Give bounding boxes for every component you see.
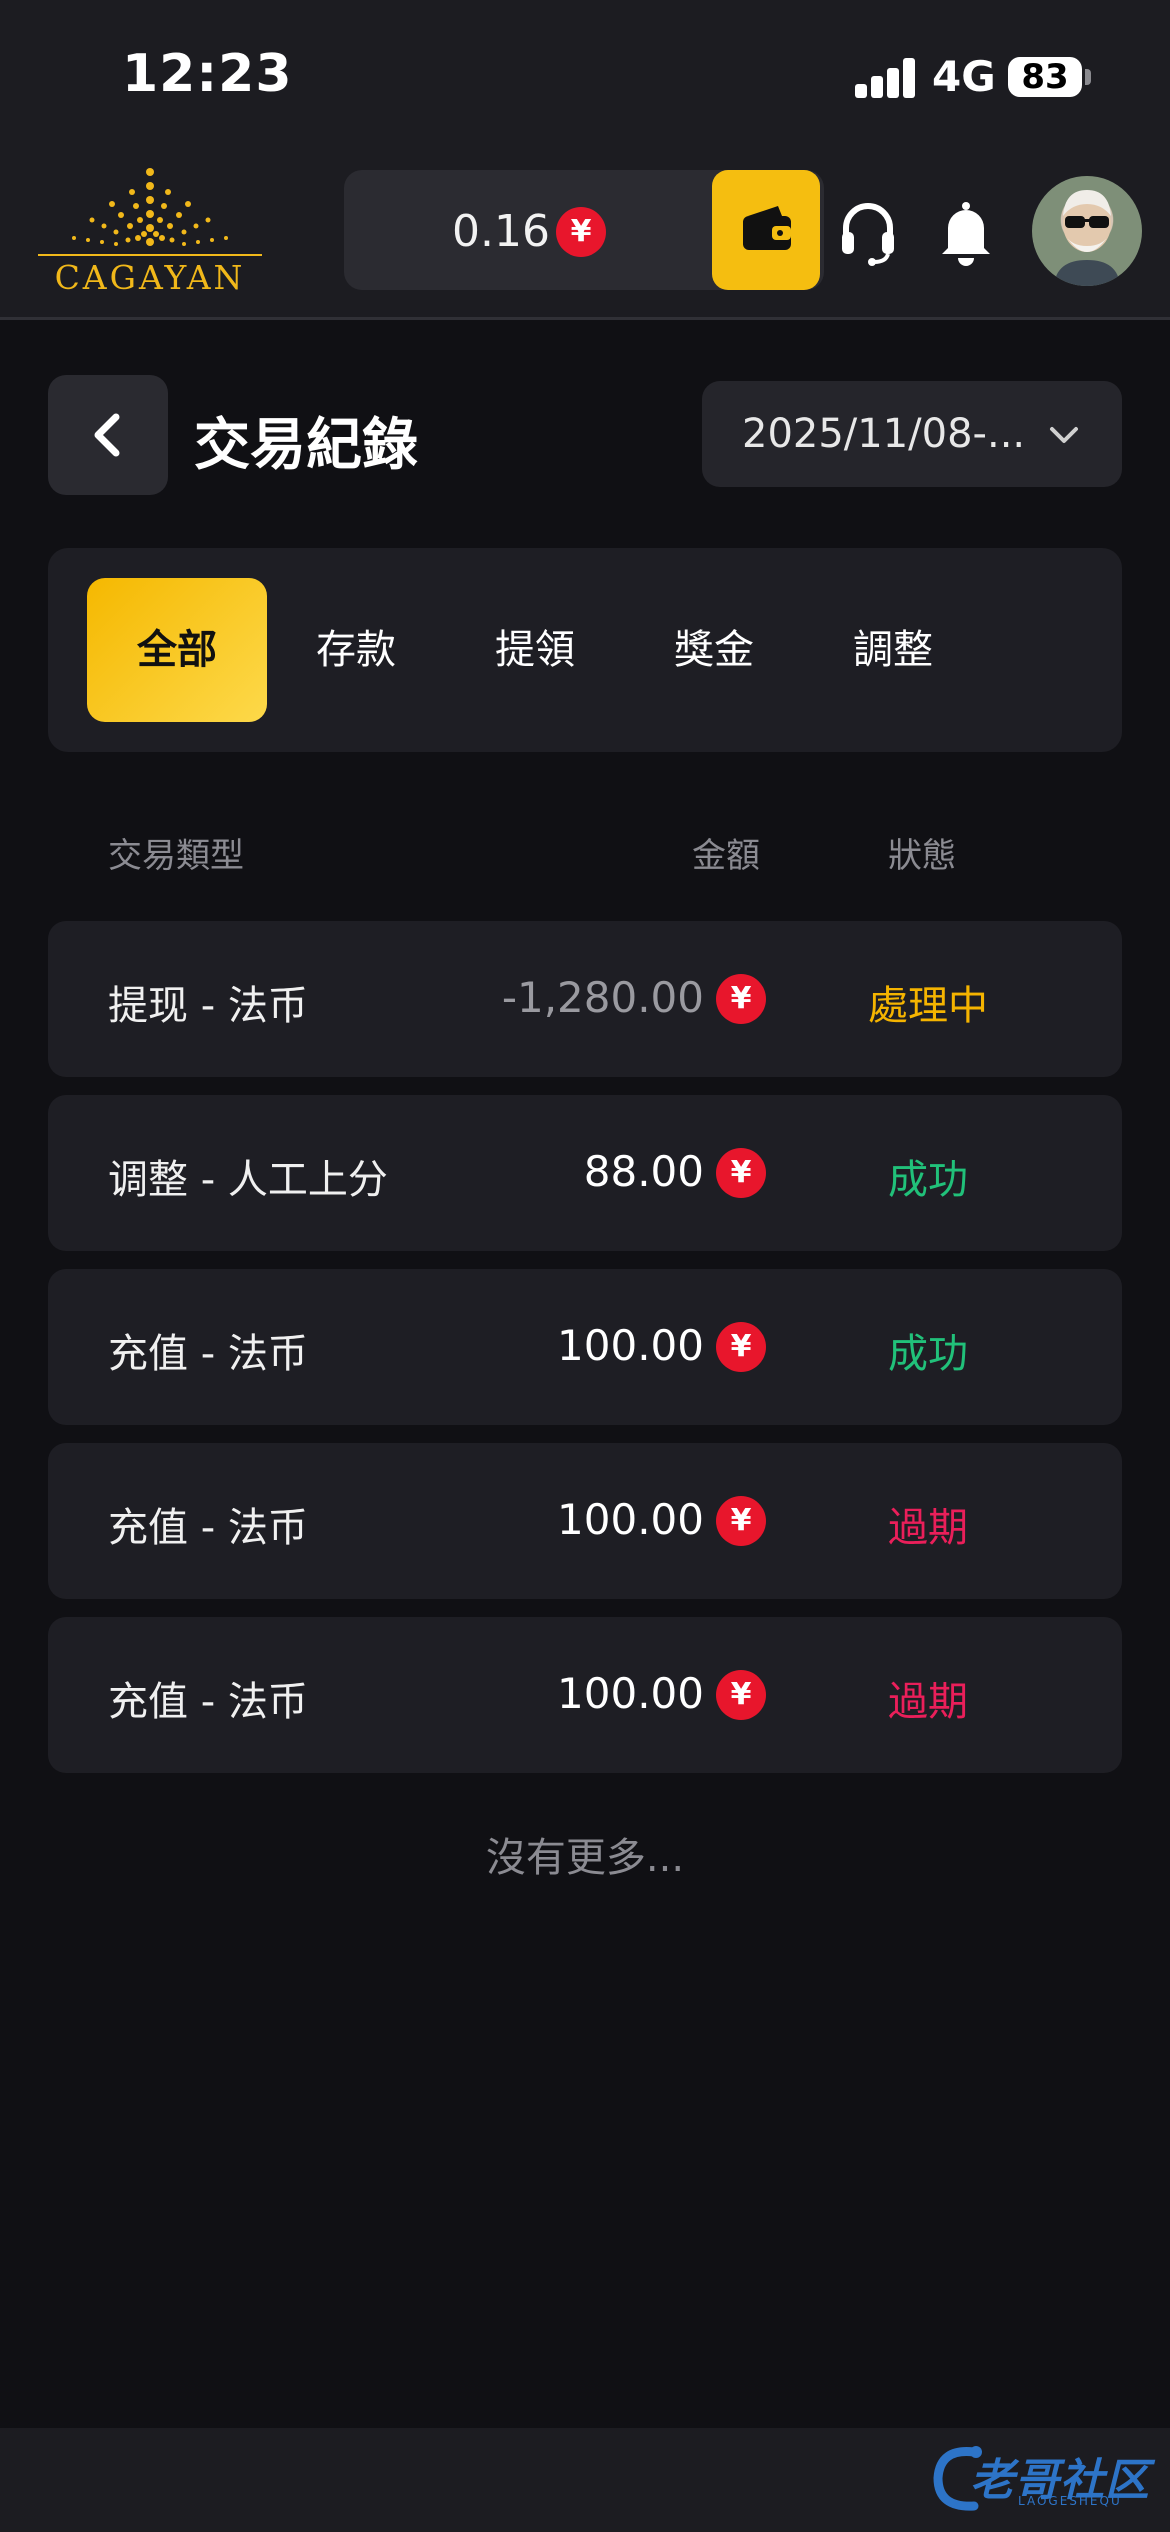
status-time: 12:23 xyxy=(122,44,293,104)
transaction-amount: -1,280.00 xyxy=(501,973,704,1022)
transaction-amount: 100.00 xyxy=(557,1669,704,1718)
tab-all[interactable]: 全部 xyxy=(87,578,267,722)
transaction-type: 充值 - 法币 xyxy=(108,1505,308,1551)
page-title: 交易紀錄 xyxy=(194,413,418,478)
yuan-coin-icon: ¥ xyxy=(716,1496,766,1546)
wallet-button[interactable] xyxy=(712,170,820,290)
balance-display[interactable]: 0.16 ¥ xyxy=(344,170,824,290)
tab-deposit[interactable]: 存款 xyxy=(266,578,446,722)
date-range-value: 2025/11/08-... xyxy=(742,411,1026,457)
status-bar: 12:23 4G 83 xyxy=(0,0,1170,150)
transaction-type: 调整 - 人工上分 xyxy=(108,1157,388,1203)
column-header-amount: 金額 xyxy=(692,836,760,876)
transaction-status: 過期 xyxy=(888,1679,968,1725)
tab-withdraw[interactable]: 提領 xyxy=(445,578,625,722)
yuan-coin-icon: ¥ xyxy=(556,207,606,257)
transaction-type: 充值 - 法币 xyxy=(108,1331,308,1377)
back-button[interactable] xyxy=(48,375,168,495)
app-header: CAGAYAN 0.16 ¥ xyxy=(0,150,1170,320)
column-header-status: 狀態 xyxy=(888,836,956,876)
transaction-row[interactable]: 提现 - 法币 -1,280.00 ¥ 處理中 xyxy=(48,921,1122,1077)
chevron-down-icon xyxy=(1050,427,1078,443)
yuan-coin-icon: ¥ xyxy=(716,1670,766,1720)
tab-adjustment[interactable]: 調整 xyxy=(803,578,983,722)
watermark-logo: 老哥社区 LAOGESHEQU xyxy=(930,2432,1160,2522)
network-type: 4G xyxy=(932,52,996,101)
balance-value: 0.16 xyxy=(452,206,550,257)
transaction-row[interactable]: 充值 - 法币 100.00 ¥ 成功 xyxy=(48,1269,1122,1425)
logo-text: CAGAYAN xyxy=(54,258,246,297)
transaction-row[interactable]: 充值 - 法币 100.00 ¥ 過期 xyxy=(48,1617,1122,1773)
wallet-icon xyxy=(743,206,791,250)
logo[interactable]: CAGAYAN xyxy=(28,160,272,297)
filter-tabs: 全部 存款 提領 獎金 調整 xyxy=(48,548,1122,752)
yuan-coin-icon: ¥ xyxy=(716,1148,766,1198)
sunburst-icon xyxy=(38,168,262,256)
battery-icon: 83 xyxy=(1008,57,1082,97)
chevron-left-icon xyxy=(94,413,120,457)
transaction-status: 過期 xyxy=(888,1505,968,1551)
yuan-coin-icon: ¥ xyxy=(716,974,766,1024)
bell-icon[interactable] xyxy=(934,198,998,266)
watermark-subtext: LAOGESHEQU xyxy=(1018,2494,1122,2508)
yuan-coin-icon: ¥ xyxy=(716,1322,766,1372)
transaction-row[interactable]: 调整 - 人工上分 88.00 ¥ 成功 xyxy=(48,1095,1122,1251)
date-range-select[interactable]: 2025/11/08-... xyxy=(702,381,1122,487)
tab-bonus[interactable]: 獎金 xyxy=(624,578,804,722)
avatar[interactable] xyxy=(1032,176,1142,286)
transaction-status: 成功 xyxy=(888,1331,968,1377)
transaction-amount: 100.00 xyxy=(557,1495,704,1544)
transaction-type: 充值 - 法币 xyxy=(108,1679,308,1725)
transaction-amount: 88.00 xyxy=(583,1147,704,1196)
transaction-row[interactable]: 充值 - 法币 100.00 ¥ 過期 xyxy=(48,1443,1122,1599)
column-header-type: 交易類型 xyxy=(108,836,244,876)
headset-icon[interactable] xyxy=(836,198,900,266)
signal-icon xyxy=(855,58,915,98)
transaction-type: 提现 - 法币 xyxy=(108,983,308,1029)
no-more-text: 沒有更多... xyxy=(485,1835,685,1881)
transaction-status: 成功 xyxy=(888,1157,968,1203)
battery-tip xyxy=(1085,69,1091,85)
transaction-status: 處理中 xyxy=(868,983,988,1029)
transaction-amount: 100.00 xyxy=(557,1321,704,1370)
